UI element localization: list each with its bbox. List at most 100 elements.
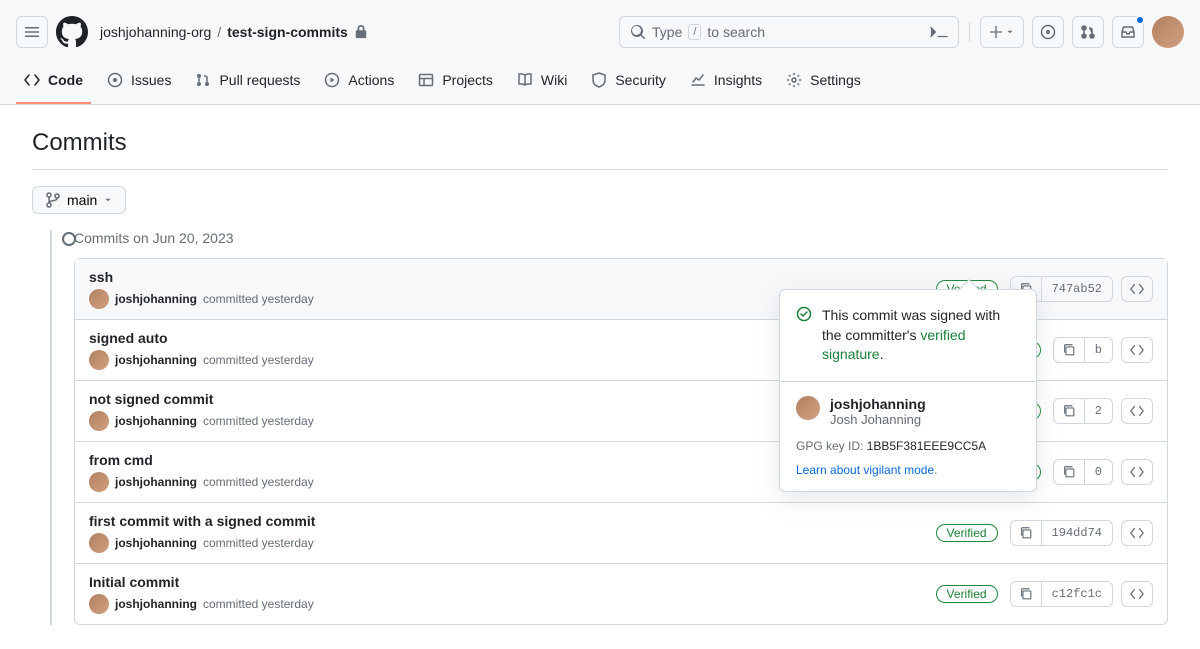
commit-sha[interactable]: 747ab52 [1042, 277, 1112, 301]
commit-title[interactable]: first commit with a signed commit [89, 513, 936, 529]
popover-avatar[interactable] [796, 396, 820, 420]
nav-wiki[interactable]: Wiki [509, 64, 575, 104]
nav-settings[interactable]: Settings [778, 64, 869, 104]
issue-opened-icon [1040, 24, 1056, 40]
popover-username[interactable]: joshjohanning [830, 396, 926, 412]
user-avatar[interactable] [1152, 16, 1184, 48]
table-icon [418, 72, 434, 88]
copy-sha-button[interactable] [1011, 582, 1042, 606]
inbox-icon [1120, 24, 1136, 40]
command-palette-icon [930, 24, 948, 40]
commit-sha[interactable]: 0 [1085, 460, 1112, 484]
verified-signature-link[interactable]: verified signature [822, 327, 966, 363]
nav-actions-label: Actions [348, 72, 394, 88]
gear-icon [786, 72, 802, 88]
commit-sha[interactable]: b [1085, 338, 1112, 362]
search-input[interactable]: Type / to search [619, 16, 959, 48]
commit-sha[interactable]: c12fc1c [1042, 582, 1112, 606]
copy-sha-button[interactable] [1054, 338, 1085, 362]
breadcrumb-org[interactable]: joshjohanning-org [100, 24, 211, 40]
git-pull-request-icon [1080, 24, 1096, 40]
copy-sha-button[interactable] [1054, 399, 1085, 423]
commit-time: committed yesterday [203, 536, 314, 550]
commit-title[interactable]: Initial commit [89, 574, 936, 590]
nav-code[interactable]: Code [16, 64, 91, 104]
vigilant-mode-link[interactable]: Learn about vigilant mode [796, 463, 934, 477]
copy-icon [1019, 526, 1033, 540]
copy-sha-button[interactable] [1011, 521, 1042, 545]
verified-check-icon [796, 306, 812, 322]
popover-fullname: Josh Johanning [830, 412, 926, 427]
gpg-key-value: 1BB5F381EEE9CC5A [867, 439, 986, 453]
nav-projects[interactable]: Projects [410, 64, 501, 104]
gpg-key-label: GPG key ID: [796, 439, 863, 453]
nav-actions[interactable]: Actions [316, 64, 402, 104]
nav-insights[interactable]: Insights [682, 64, 770, 104]
breadcrumb: joshjohanning-org / test-sign-commits [100, 24, 368, 40]
browse-repo-button[interactable] [1121, 398, 1153, 424]
issues-global-button[interactable] [1032, 16, 1064, 48]
browse-repo-button[interactable] [1121, 520, 1153, 546]
commit-author-avatar[interactable] [89, 411, 109, 431]
breadcrumb-repo[interactable]: test-sign-commits [227, 24, 348, 40]
commit-author[interactable]: joshjohanning [115, 414, 197, 428]
notifications-button[interactable] [1112, 16, 1144, 48]
browse-repo-button[interactable] [1121, 581, 1153, 607]
nav-security-label: Security [615, 72, 666, 88]
commit-sha[interactable]: 194dd74 [1042, 521, 1112, 545]
commit-author[interactable]: joshjohanning [115, 353, 197, 367]
nav-pulls[interactable]: Pull requests [187, 64, 308, 104]
commit-row: Initial commit joshjohanning committed y… [75, 564, 1167, 624]
commit-author[interactable]: joshjohanning [115, 292, 197, 306]
verified-popover: This commit was signed with the committe… [779, 289, 1037, 492]
caret-down-icon [103, 195, 113, 205]
commit-author-avatar[interactable] [89, 594, 109, 614]
code-icon [1130, 282, 1144, 296]
commit-author-avatar[interactable] [89, 533, 109, 553]
github-icon [56, 16, 88, 48]
github-logo[interactable] [56, 16, 88, 48]
create-new-button[interactable] [980, 16, 1024, 48]
commit-time: committed yesterday [203, 353, 314, 367]
page-title: Commits [32, 129, 1168, 157]
code-icon [24, 72, 40, 88]
copy-icon [1062, 343, 1076, 357]
verified-badge[interactable]: Verified [936, 585, 998, 603]
hamburger-menu-button[interactable] [16, 16, 48, 48]
header-divider [969, 22, 970, 42]
commit-author[interactable]: joshjohanning [115, 536, 197, 550]
commit-time: committed yesterday [203, 597, 314, 611]
commit-author-avatar[interactable] [89, 472, 109, 492]
nav-wiki-label: Wiki [541, 72, 567, 88]
nav-issues[interactable]: Issues [99, 64, 179, 104]
copy-sha-button[interactable] [1054, 460, 1085, 484]
commit-title[interactable]: ssh [89, 269, 936, 285]
commit-author-avatar[interactable] [89, 289, 109, 309]
commit-author[interactable]: joshjohanning [115, 475, 197, 489]
code-icon [1130, 343, 1144, 357]
nav-insights-label: Insights [714, 72, 762, 88]
pull-request-icon [195, 72, 211, 88]
nav-security[interactable]: Security [583, 64, 674, 104]
browse-repo-button[interactable] [1121, 276, 1153, 302]
verified-badge[interactable]: Verified [936, 524, 998, 542]
commit-author[interactable]: joshjohanning [115, 597, 197, 611]
commit-sha-group: b [1053, 337, 1113, 363]
commit-list: ssh joshjohanning committed yesterday Ve… [74, 258, 1168, 625]
search-placeholder-before: Type [652, 24, 682, 40]
search-placeholder-after: to search [707, 24, 765, 40]
browse-repo-button[interactable] [1121, 337, 1153, 363]
repo-nav: Code Issues Pull requests Actions Projec… [0, 64, 1200, 105]
notification-indicator [1135, 15, 1145, 25]
commit-sha[interactable]: 2 [1085, 399, 1112, 423]
branch-selector[interactable]: main [32, 186, 126, 214]
code-icon [1130, 587, 1144, 601]
copy-icon [1062, 404, 1076, 418]
commit-row: ssh joshjohanning committed yesterday Ve… [75, 259, 1167, 320]
commit-author-avatar[interactable] [89, 350, 109, 370]
commit-sha-group: c12fc1c [1010, 581, 1113, 607]
commit-sha-group: 0 [1053, 459, 1113, 485]
pulls-global-button[interactable] [1072, 16, 1104, 48]
commit-time: committed yesterday [203, 475, 314, 489]
browse-repo-button[interactable] [1121, 459, 1153, 485]
